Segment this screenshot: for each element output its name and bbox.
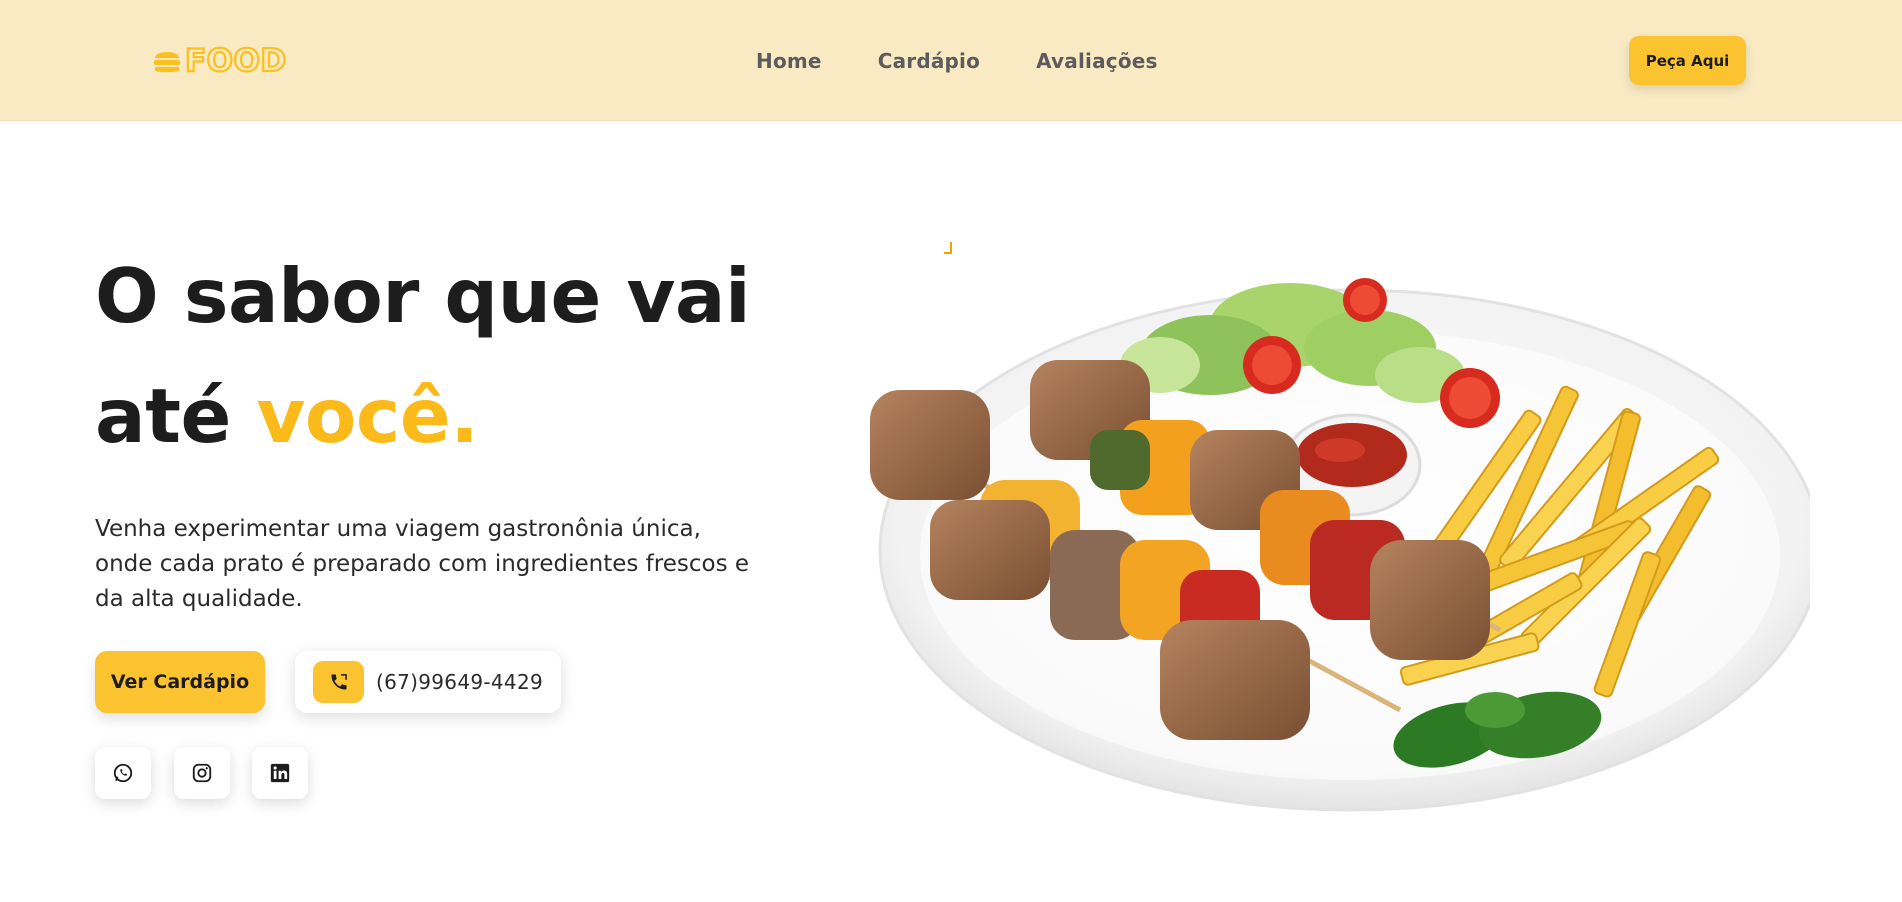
order-button[interactable]: Peça Aqui — [1629, 36, 1746, 85]
instagram-icon — [192, 763, 212, 783]
logo[interactable]: FOOD — [152, 43, 287, 79]
burger-icon — [154, 52, 180, 73]
logo-text: FOOD — [184, 43, 287, 79]
phone-icon — [313, 661, 364, 703]
food-plate-image — [870, 278, 1810, 812]
phone-number: (67)99649-4429 — [376, 670, 543, 694]
hero-title-line1: O sabor que vai — [95, 252, 751, 340]
instagram-link[interactable] — [174, 747, 230, 799]
decorative-mark — [944, 242, 952, 254]
hero-title-line2: até — [95, 372, 231, 460]
whatsapp-link[interactable] — [95, 747, 151, 799]
nav-link-home[interactable]: Home — [756, 46, 822, 76]
hero-title: O sabor que vai até você. — [95, 236, 815, 476]
view-menu-button[interactable]: Ver Cardápio — [95, 651, 265, 713]
hero-description: Venha experimentar uma viagem gastronôni… — [95, 516, 750, 612]
whatsapp-icon — [113, 763, 133, 783]
landing-page: FOOD Home Cardápio Avaliações Peça Aqui … — [0, 0, 1902, 902]
nav-link-avaliacoes[interactable]: Avaliações — [1036, 46, 1158, 76]
linkedin-link[interactable] — [252, 747, 308, 799]
linkedin-icon — [270, 763, 290, 783]
hero-title-accent: você. — [256, 372, 479, 460]
site-header: FOOD Home Cardápio Avaliações Peça Aqui — [0, 0, 1902, 121]
main-nav: Home Cardápio Avaliações — [756, 46, 1158, 76]
nav-link-cardapio[interactable]: Cardápio — [878, 46, 980, 76]
phone-button[interactable]: (67)99649-4429 — [295, 651, 561, 713]
